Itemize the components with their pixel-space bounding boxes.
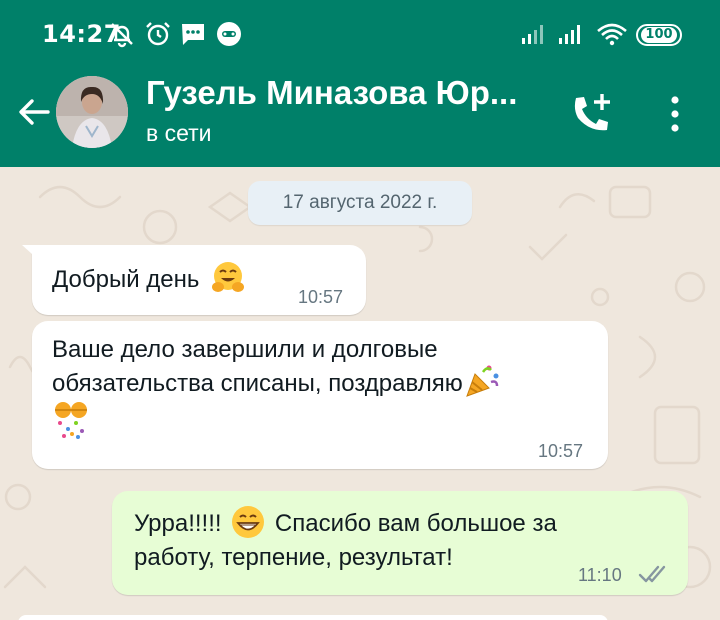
more-vert-icon[interactable]	[660, 88, 690, 140]
game-controller-icon	[217, 22, 241, 46]
message-bubble-outgoing[interactable]: Урра!!!!! Спасибо вам большое за работу,…	[112, 491, 688, 595]
message-time: 10:57	[538, 441, 584, 461]
presence-status: в сети	[146, 120, 212, 146]
bubble-tail	[22, 245, 42, 263]
muted-bell-icon	[111, 23, 133, 48]
confetti-ball-emoji	[55, 402, 87, 439]
top-bar: 14:27 100 Гузель Миназова Юр... в сети	[0, 0, 720, 167]
grinning-face-emoji	[232, 505, 265, 538]
next-message-bubble-edge	[18, 615, 608, 620]
chat-area[interactable]: 17 августа 2022 г. Добрый день 10:57 Ваш…	[0, 167, 720, 620]
message-time: 11:10	[578, 565, 622, 585]
alarm-icon	[146, 22, 170, 46]
message-text: Добрый день	[52, 266, 200, 293]
battery-level: 100	[641, 27, 677, 43]
avatar-photo	[56, 76, 128, 148]
message-text-line: обязательства списаны, поздравляю	[52, 370, 463, 397]
party-popper-emoji	[465, 365, 499, 397]
message-text: Урра!!!!!	[134, 510, 222, 537]
contact-name[interactable]: Гузель Миназова Юр...	[146, 74, 546, 112]
message-time: 10:57	[298, 287, 344, 307]
hugging-face-emoji	[212, 261, 245, 292]
message-text-line: работу, терпение, результат!	[134, 544, 453, 571]
wifi-icon	[597, 23, 627, 46]
date-chip: 17 августа 2022 г.	[248, 181, 472, 225]
status-bar: 14:27 100	[0, 0, 720, 70]
add-call-icon[interactable]	[566, 88, 618, 140]
signal-icon	[559, 25, 580, 44]
message-text-line: Ваше дело завершили и долговые	[52, 336, 438, 363]
double-check-icon	[638, 565, 666, 583]
avatar[interactable]	[56, 76, 128, 148]
sms-icon	[182, 24, 204, 45]
chat-header[interactable]: Гузель Миназова Юр... в сети	[0, 70, 720, 167]
message-bubble-incoming[interactable]: Добрый день 10:57	[22, 245, 366, 315]
signal-icon	[522, 25, 543, 44]
message-bubble-incoming[interactable]: Ваше дело завершили и долговые обязатель…	[32, 321, 608, 469]
battery-icon: 100	[636, 24, 682, 46]
message-text: Спасибо вам большое за	[274, 510, 557, 537]
back-arrow-icon[interactable]	[14, 92, 54, 132]
